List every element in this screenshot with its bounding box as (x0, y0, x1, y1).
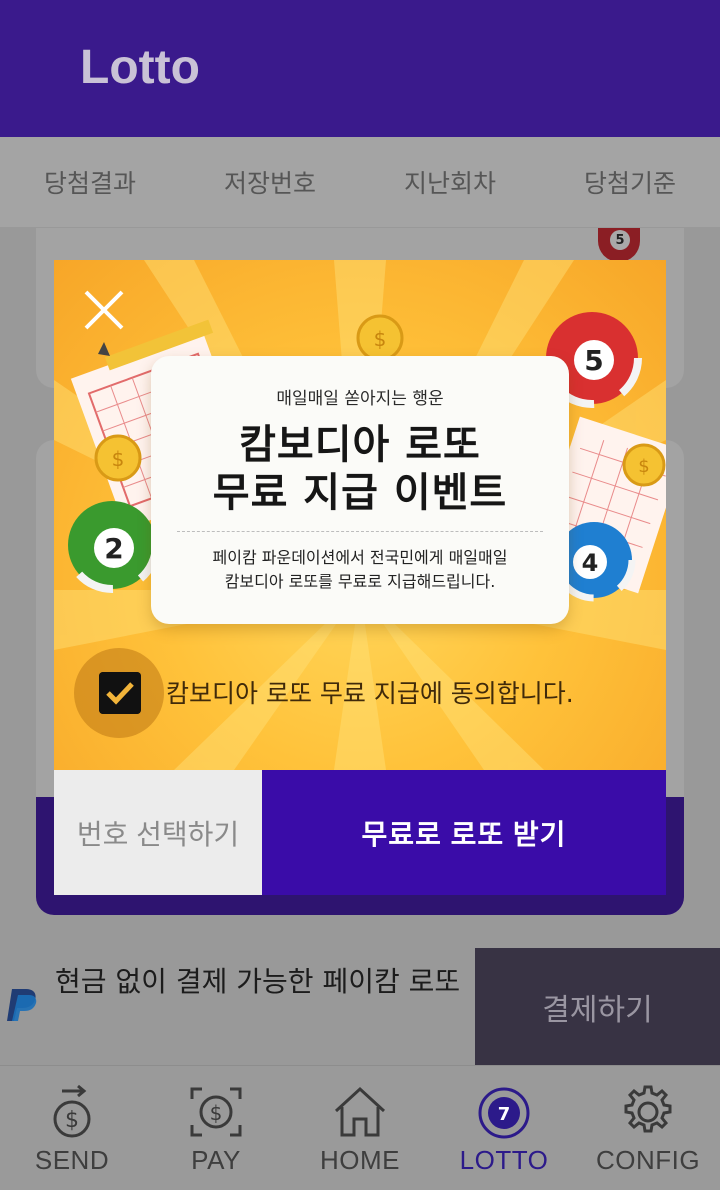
nav-home-label: HOME (320, 1145, 400, 1175)
promo-divider (177, 531, 543, 532)
receive-free-lotto-button[interactable]: 무료로 로또 받기 (262, 770, 666, 895)
lotto-ball-icon: 7 (478, 1087, 530, 1139)
agree-label[interactable]: 캄보디아 로또 무료 지급에 동의합니다. (166, 674, 574, 710)
tab-winning-results[interactable]: 당첨결과 (0, 137, 180, 227)
scan-pay-icon: $ (190, 1087, 242, 1137)
bottom-nav: $ SEND $ PAY HOME 7 LOTTO CONFIG (0, 1065, 720, 1190)
promo-description: 페이캄 파운데이션에서 전국민에게 매일매일 캄보디아 로또를 무료로 지급해드… (151, 546, 569, 594)
pay-banner-text: 현금 없이 결제 가능한 페이캄 로또 (55, 965, 461, 998)
svg-text:$: $ (210, 1101, 223, 1125)
promo-banner-art: $ $ $ 5 2 4 매일매일 쏟아지는 행운 캄보디아 로또 무료 지급 이… (54, 260, 666, 770)
promo-description-line2: 캄보디아 로또를 무료로 지급해드립니다. (224, 572, 496, 591)
svg-text:$: $ (374, 327, 387, 351)
promo-tagline: 매일매일 쏟아지는 행운 (276, 389, 444, 409)
nav-pay[interactable]: $ PAY (144, 1066, 288, 1190)
agree-row: 캄보디아 로또 무료 지급에 동의합니다. (74, 648, 664, 738)
paypal-icon (7, 989, 37, 1021)
promo-title: 캄보디아 로또 무료 지급 이벤트 (151, 421, 569, 517)
svg-text:4: 4 (582, 549, 599, 577)
svg-text:2: 2 (104, 532, 123, 565)
tab-past-rounds[interactable]: 지난회차 (360, 137, 540, 227)
promo-modal: $ $ $ 5 2 4 매일매일 쏟아지는 행운 캄보디아 로또 무료 지급 이… (54, 260, 666, 895)
svg-text:$: $ (65, 1108, 79, 1133)
tab-winning-criteria[interactable]: 당첨기준 (540, 137, 720, 227)
promo-message-card: 매일매일 쏟아지는 행운 캄보디아 로또 무료 지급 이벤트 페이캄 파운데이션… (151, 356, 569, 624)
svg-text:$: $ (638, 456, 649, 477)
send-money-icon: $ (53, 1084, 91, 1138)
agree-checkbox[interactable] (99, 672, 141, 714)
home-icon (334, 1086, 386, 1137)
nav-send[interactable]: $ SEND (0, 1066, 144, 1190)
svg-text:5: 5 (584, 344, 603, 377)
nav-send-label: SEND (34, 1145, 110, 1175)
nav-pay-label: PAY (191, 1145, 241, 1175)
promo-description-line1: 페이캄 파운데이션에서 전국민에게 매일매일 (212, 548, 508, 567)
close-icon[interactable] (82, 288, 126, 332)
lotto-ball-green: 2 (64, 497, 160, 593)
nav-config[interactable]: CONFIG (576, 1066, 720, 1190)
modal-footer: 번호 선택하기 무료로 로또 받기 (54, 770, 666, 895)
nav-home[interactable]: HOME (288, 1066, 432, 1190)
svg-text:$: $ (112, 447, 125, 471)
app-header: Lotto (0, 0, 720, 137)
nav-config-label: CONFIG (595, 1145, 701, 1175)
promo-title-line1: 캄보디아 로또 (239, 422, 481, 468)
nav-lotto-label: LOTTO (459, 1145, 549, 1175)
select-numbers-button[interactable]: 번호 선택하기 (54, 770, 262, 895)
tab-bar: 당첨결과 저장번호 지난회차 당첨기준 (0, 137, 720, 227)
lotto-ball-number: 7 (498, 1104, 511, 1125)
promo-title-line2: 무료 지급 이벤트 (212, 470, 508, 516)
nav-lotto[interactable]: 7 LOTTO (432, 1066, 576, 1190)
gear-icon (624, 1085, 672, 1133)
tab-saved-numbers[interactable]: 저장번호 (180, 137, 360, 227)
pay-button[interactable]: 결제하기 (475, 948, 720, 1065)
app-title: Lotto (80, 41, 200, 94)
